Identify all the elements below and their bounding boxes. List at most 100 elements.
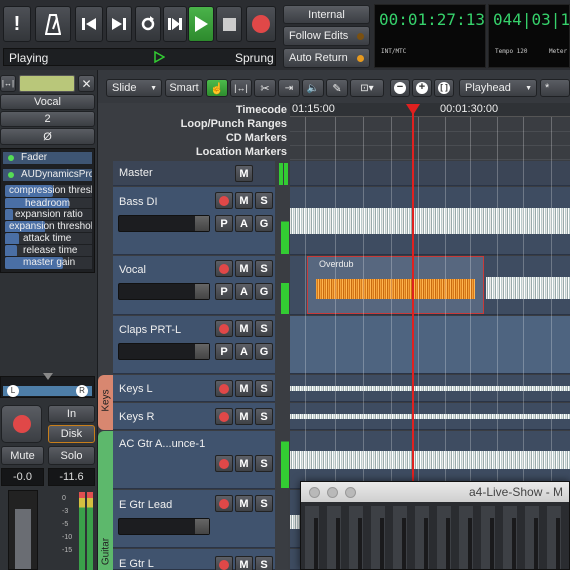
- record-arm-button[interactable]: [215, 455, 233, 472]
- panic-button[interactable]: !: [3, 6, 31, 42]
- lane-keys-r[interactable]: [290, 403, 570, 430]
- goto-start-button[interactable]: [75, 6, 103, 42]
- zoom-out-button[interactable]: −: [390, 79, 410, 97]
- lane-bass-di[interactable]: [290, 187, 570, 255]
- solo-button[interactable]: S: [255, 380, 273, 397]
- mute-button[interactable]: M: [235, 192, 253, 209]
- track-header-e-gtr-l[interactable]: E Gtr L M S: [113, 549, 275, 570]
- window-close-button[interactable]: [309, 487, 320, 498]
- strip-solo-button[interactable]: Solo: [48, 446, 95, 465]
- lane-claps[interactable]: [290, 316, 570, 374]
- edit-mode-dropdown[interactable]: Slide ▼: [106, 79, 162, 97]
- playlist-button[interactable]: P: [215, 283, 233, 300]
- gain-entry[interactable]: -0.0: [1, 468, 44, 486]
- lane-vocal[interactable]: Overdub: [290, 256, 570, 315]
- loop-button[interactable]: [135, 6, 161, 42]
- strip-name-button[interactable]: Vocal: [0, 94, 95, 110]
- loop-ruler[interactable]: [290, 118, 570, 132]
- strip-close-button[interactable]: ✕: [78, 75, 95, 92]
- cut-tool-button[interactable]: ✂: [254, 79, 276, 97]
- solo-button[interactable]: S: [255, 495, 273, 512]
- location-ruler[interactable]: [290, 146, 570, 160]
- record-arm-button[interactable]: [215, 192, 233, 209]
- metronome-button[interactable]: [35, 6, 71, 42]
- draw-tool-button[interactable]: ✎: [326, 79, 348, 97]
- solo-button[interactable]: S: [255, 192, 273, 209]
- playlist-button[interactable]: P: [215, 215, 233, 232]
- play-button[interactable]: [188, 6, 214, 42]
- solo-button[interactable]: S: [255, 260, 273, 277]
- monitor-disk-button[interactable]: Disk: [48, 425, 95, 443]
- strip-width-button[interactable]: |↔|: [0, 75, 16, 92]
- track-header-claps[interactable]: Claps PRT-L M S P A G: [113, 316, 275, 374]
- track-gain-fader[interactable]: [118, 283, 210, 300]
- window-minimize-button[interactable]: [327, 487, 338, 498]
- zoom-session-button[interactable]: [ ]: [434, 79, 454, 97]
- audition-tool-button[interactable]: 🔈: [302, 79, 324, 97]
- phase-invert-button[interactable]: Ø: [0, 128, 95, 145]
- mute-button[interactable]: M: [235, 260, 253, 277]
- track-gain-fader[interactable]: [118, 518, 210, 535]
- audio-region-keys-l[interactable]: [290, 386, 570, 391]
- param-compression-threshold[interactable]: compression threshold: [4, 184, 93, 198]
- group-button[interactable]: G: [255, 283, 273, 300]
- strip-mute-button[interactable]: Mute: [1, 446, 44, 465]
- mixer-window[interactable]: a4-Live-Show - M: [300, 481, 570, 570]
- track-header-ac-gtr[interactable]: AC Gtr A...unce-1 M S: [113, 431, 275, 489]
- group-tab-guitar[interactable]: Guitar: [98, 431, 113, 570]
- solo-button[interactable]: S: [255, 408, 273, 425]
- lane-master[interactable]: [290, 161, 570, 186]
- record-arm-button[interactable]: [215, 260, 233, 277]
- play-range-button[interactable]: [163, 6, 187, 42]
- track-gain-fader[interactable]: [118, 343, 210, 360]
- auto-return-button[interactable]: Auto Return: [283, 48, 370, 68]
- audio-region-ac-gtr[interactable]: [290, 450, 570, 469]
- record-arm-button[interactable]: [215, 320, 233, 337]
- mute-button[interactable]: M: [235, 556, 253, 570]
- group-button[interactable]: G: [255, 215, 273, 232]
- lane-keys-l[interactable]: [290, 375, 570, 402]
- sync-source-button[interactable]: Internal: [283, 5, 370, 24]
- strip-record-button[interactable]: [1, 405, 42, 443]
- group-tab-keys[interactable]: Keys: [98, 375, 113, 430]
- record-arm-button[interactable]: [215, 380, 233, 397]
- automation-button[interactable]: A: [235, 215, 253, 232]
- range-tool-button[interactable]: |↔|: [230, 79, 252, 97]
- monitor-input-button[interactable]: In: [48, 405, 95, 423]
- solo-button[interactable]: S: [255, 320, 273, 337]
- mute-button[interactable]: M: [235, 455, 253, 472]
- playlist-button[interactable]: P: [215, 343, 233, 360]
- cd-ruler[interactable]: [290, 132, 570, 146]
- record-arm-button[interactable]: [215, 556, 233, 570]
- mute-button[interactable]: M: [235, 380, 253, 397]
- strip-input-button[interactable]: 2: [0, 111, 95, 127]
- track-header-keys-r[interactable]: Keys R M S: [113, 403, 275, 430]
- audio-region-keys-r[interactable]: [290, 414, 570, 419]
- nudge-clock-button[interactable]: *: [540, 79, 570, 97]
- plugin-processor[interactable]: AUDynamicsPro: [2, 168, 93, 182]
- mute-button[interactable]: M: [235, 165, 253, 182]
- gain-fader[interactable]: [8, 490, 38, 570]
- record-arm-button[interactable]: [215, 408, 233, 425]
- param-master-gain[interactable]: master gain: [4, 256, 93, 270]
- strip-color-bar[interactable]: [19, 75, 75, 92]
- automation-button[interactable]: A: [235, 283, 253, 300]
- stretch-tool-button[interactable]: ⇥: [278, 79, 300, 97]
- internal-edit-tool-button[interactable]: ⊡▾: [350, 79, 384, 97]
- zoom-in-button[interactable]: +: [412, 79, 432, 97]
- goto-end-button[interactable]: [106, 6, 132, 42]
- track-header-vocal[interactable]: Vocal M S P A G: [113, 256, 275, 315]
- mute-button[interactable]: M: [235, 320, 253, 337]
- mixer-window-titlebar[interactable]: a4-Live-Show - M: [301, 482, 569, 502]
- follow-edits-button[interactable]: Follow Edits: [283, 26, 370, 46]
- track-header-keys-l[interactable]: Keys L M S: [113, 375, 275, 402]
- mute-button[interactable]: M: [235, 408, 253, 425]
- edit-point-dropdown[interactable]: Playhead ▼: [459, 79, 537, 97]
- track-header-bass-di[interactable]: Bass DI M S P A G: [113, 187, 275, 255]
- audio-region-bass-di[interactable]: [290, 207, 570, 234]
- track-header-e-gtr-lead[interactable]: E Gtr Lead M S: [113, 490, 275, 548]
- primary-clock[interactable]: 00:01:27:13 INT/MTC: [374, 4, 486, 68]
- window-zoom-button[interactable]: [345, 487, 356, 498]
- fader-processor[interactable]: Fader: [2, 151, 93, 165]
- grab-tool-button[interactable]: ☝: [206, 79, 228, 97]
